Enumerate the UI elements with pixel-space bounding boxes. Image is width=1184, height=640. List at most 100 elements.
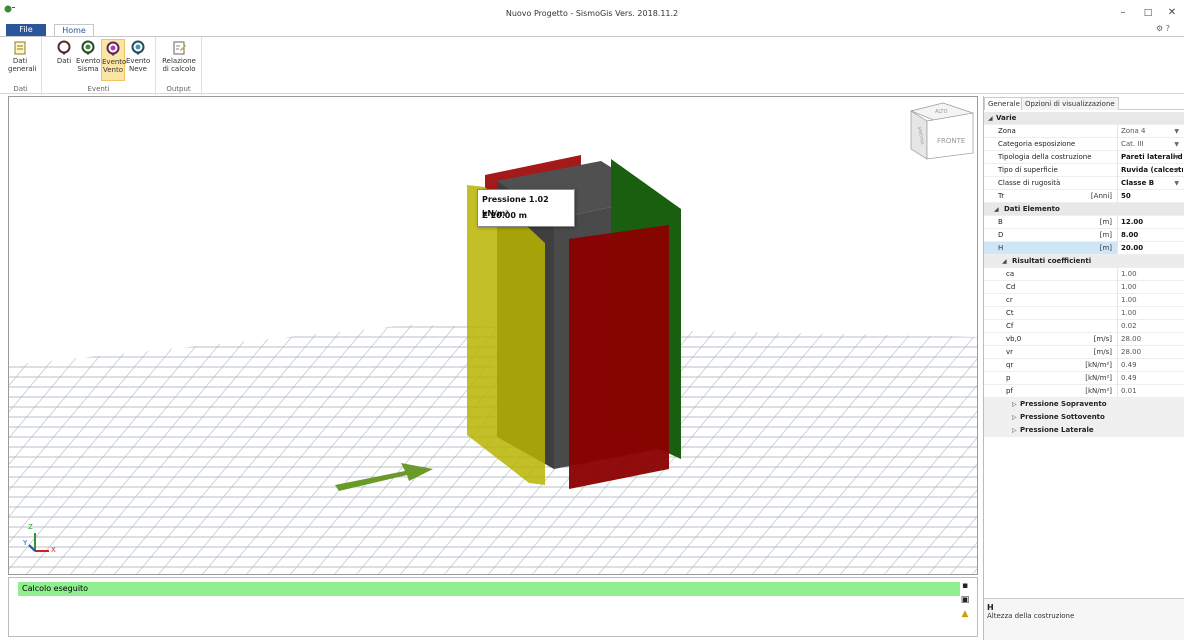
property-value[interactable]: 1.00 — [1117, 307, 1183, 320]
property-value[interactable]: Classe B — [1117, 177, 1183, 190]
property-label: Ct — [1006, 309, 1014, 317]
ribbon-group-output: Relazione di calcolo Output — [156, 37, 202, 95]
category-collapsed[interactable]: ▷ Pressione Laterale — [984, 424, 1184, 437]
notepad-icon — [14, 41, 26, 55]
axis-z-label: Z — [28, 523, 33, 531]
dati-generali-button[interactable]: Dati generali — [8, 39, 37, 81]
evento-sisma-button[interactable]: Evento Sisma — [76, 39, 100, 81]
dati-button[interactable]: Dati — [52, 39, 76, 81]
window-title: Nuovo Progetto - SismoGis Vers. 2018.11.… — [505, 9, 679, 18]
property-value[interactable]: 12.00 — [1117, 216, 1183, 229]
category-label: Pressione Laterale — [1020, 426, 1094, 434]
property-value[interactable]: 28.00 — [1117, 346, 1183, 359]
output-tools: ▪ ▣ ▲ — [959, 580, 973, 622]
ribbon-tabs: File Home — [0, 24, 1184, 37]
dropdown-arrow-icon[interactable]: ▼ — [1174, 177, 1179, 190]
save-icon[interactable]: ▪ — [959, 580, 971, 592]
property-row[interactable]: pf [kN/m²] 0.01 — [984, 385, 1184, 398]
property-row[interactable]: ca 1.00 — [984, 268, 1184, 281]
property-row[interactable]: Categoria esposizione Cat. III ▼ — [984, 138, 1184, 151]
property-value[interactable]: Cat. III — [1117, 138, 1183, 151]
ribbon-group-label-dati: Dati — [13, 85, 28, 93]
property-value[interactable]: 1.00 — [1117, 294, 1183, 307]
property-value[interactable]: Pareti laterali di E — [1117, 151, 1183, 164]
properties-tabs: Generale Opzioni di visualizzazione — [984, 96, 1184, 110]
category-collapsed[interactable]: ▷ Pressione Sottovento — [984, 411, 1184, 424]
property-row[interactable]: Ct 1.00 — [984, 307, 1184, 320]
dropdown-arrow-icon[interactable]: ▼ — [1174, 125, 1179, 138]
navcube-top-label: ALTO — [935, 109, 948, 115]
property-row[interactable]: Cf 0.02 — [984, 320, 1184, 333]
property-unit: [m] — [1099, 244, 1112, 252]
close-button[interactable]: ✕ — [1162, 6, 1182, 20]
property-value[interactable]: Zona 4 — [1117, 125, 1183, 138]
category-collapsed[interactable]: ▷ Pressione Sopravento — [984, 398, 1184, 411]
collapse-icon: ◢ — [1002, 258, 1007, 265]
wind-pin-icon — [106, 41, 120, 56]
category-varie[interactable]: ◢ Varie — [984, 112, 1184, 125]
ribbon-group-dati: Dati generali Dati — [0, 37, 42, 95]
dropdown-arrow-icon[interactable]: ▼ — [1174, 151, 1179, 164]
property-value[interactable]: 0.49 — [1117, 359, 1183, 372]
property-value[interactable]: 28.00 — [1117, 333, 1183, 346]
collapse-icon: ◢ — [994, 206, 999, 213]
property-row[interactable]: vb,0 [m/s] 28.00 — [984, 333, 1184, 346]
ribbon-group-label-output: Output — [166, 85, 191, 93]
warning-icon[interactable]: ▲ — [959, 608, 971, 620]
category-risultati-coefficienti[interactable]: ◢ Risultati coefficienti — [984, 255, 1184, 268]
property-label: cr — [1006, 296, 1013, 304]
minimize-button[interactable]: – — [1113, 6, 1133, 20]
property-description: H Altezza della costruzione — [984, 598, 1184, 640]
dropdown-arrow-icon[interactable]: ▼ — [1174, 164, 1179, 177]
evento-vento-button[interactable]: Evento Vento — [101, 39, 126, 81]
snow-pin-icon — [131, 40, 145, 55]
property-label: D — [998, 231, 1004, 239]
property-label: Cf — [1006, 322, 1014, 330]
property-row[interactable]: p [kN/m²] 0.49 — [984, 372, 1184, 385]
expand-icon: ▷ — [1012, 401, 1017, 408]
property-row[interactable]: cr 1.00 — [984, 294, 1184, 307]
relazione-di-calcolo-button[interactable]: Relazione di calcolo — [162, 39, 196, 81]
property-label: Zona — [998, 127, 1016, 135]
tab-generale[interactable]: Generale — [984, 97, 1024, 110]
property-value[interactable]: 8.00 — [1117, 229, 1183, 242]
property-label: Tr — [998, 192, 1005, 200]
property-row[interactable]: H [m] 20.00 — [984, 242, 1184, 255]
property-label: vr — [1006, 348, 1014, 356]
windward-panel-front — [569, 225, 669, 489]
property-row[interactable]: D [m] 8.00 — [984, 229, 1184, 242]
property-value[interactable]: 50 — [1117, 190, 1183, 203]
property-row[interactable]: Cd 1.00 — [984, 281, 1184, 294]
property-value[interactable]: 0.01 — [1117, 385, 1183, 398]
expand-icon: ▷ — [1012, 414, 1017, 421]
property-row[interactable]: Tipo di superficie Ruvida (calcestruz▼ — [984, 164, 1184, 177]
category-dati-elemento[interactable]: ◢ Dati Elemento — [984, 203, 1184, 216]
property-value[interactable]: 0.02 — [1117, 320, 1183, 333]
property-row[interactable]: B [m] 12.00 — [984, 216, 1184, 229]
property-value[interactable]: 1.00 — [1117, 268, 1183, 281]
tab-file[interactable]: File — [6, 24, 46, 36]
property-row[interactable]: Tr [Anni] 50 — [984, 190, 1184, 203]
property-row[interactable]: Tipologia della costruzione Pareti latera… — [984, 151, 1184, 164]
ribbon-group-eventi: Dati Evento Sisma Evento Vento Evento Ne… — [42, 37, 156, 95]
property-value[interactable]: 1.00 — [1117, 281, 1183, 294]
maximize-button[interactable]: □ — [1138, 6, 1158, 20]
property-row[interactable]: qr [kN/m²] 0.49 — [984, 359, 1184, 372]
navcube-front-label: FRONTE — [937, 137, 966, 145]
property-row[interactable]: Zona Zona 4 ▼ — [984, 125, 1184, 138]
title-bar: Nuovo Progetto - SismoGis Vers. 2018.11.… — [0, 0, 1184, 24]
report-icon — [173, 41, 186, 55]
property-value[interactable]: 0.49 — [1117, 372, 1183, 385]
property-unit: [m] — [1099, 231, 1112, 239]
property-value[interactable]: 20.00 — [1117, 242, 1183, 255]
property-row[interactable]: Classe di rugosità Classe B ▼ — [984, 177, 1184, 190]
property-value[interactable]: Ruvida (calcestruz — [1117, 164, 1183, 177]
clear-icon[interactable]: ▣ — [959, 594, 971, 606]
tab-opzioni-visualizzazione[interactable]: Opzioni di visualizzazione — [1021, 97, 1119, 110]
category-label: Pressione Sottovento — [1020, 413, 1105, 421]
dropdown-arrow-icon[interactable]: ▼ — [1174, 138, 1179, 151]
evento-neve-button[interactable]: Evento Neve — [126, 39, 150, 81]
3d-viewport[interactable]: FRONTE SINISTRA ALTO Z Y X Pressione 1.0… — [8, 96, 978, 575]
property-row[interactable]: vr [m/s] 28.00 — [984, 346, 1184, 359]
property-unit: [Anni] — [1090, 192, 1112, 200]
